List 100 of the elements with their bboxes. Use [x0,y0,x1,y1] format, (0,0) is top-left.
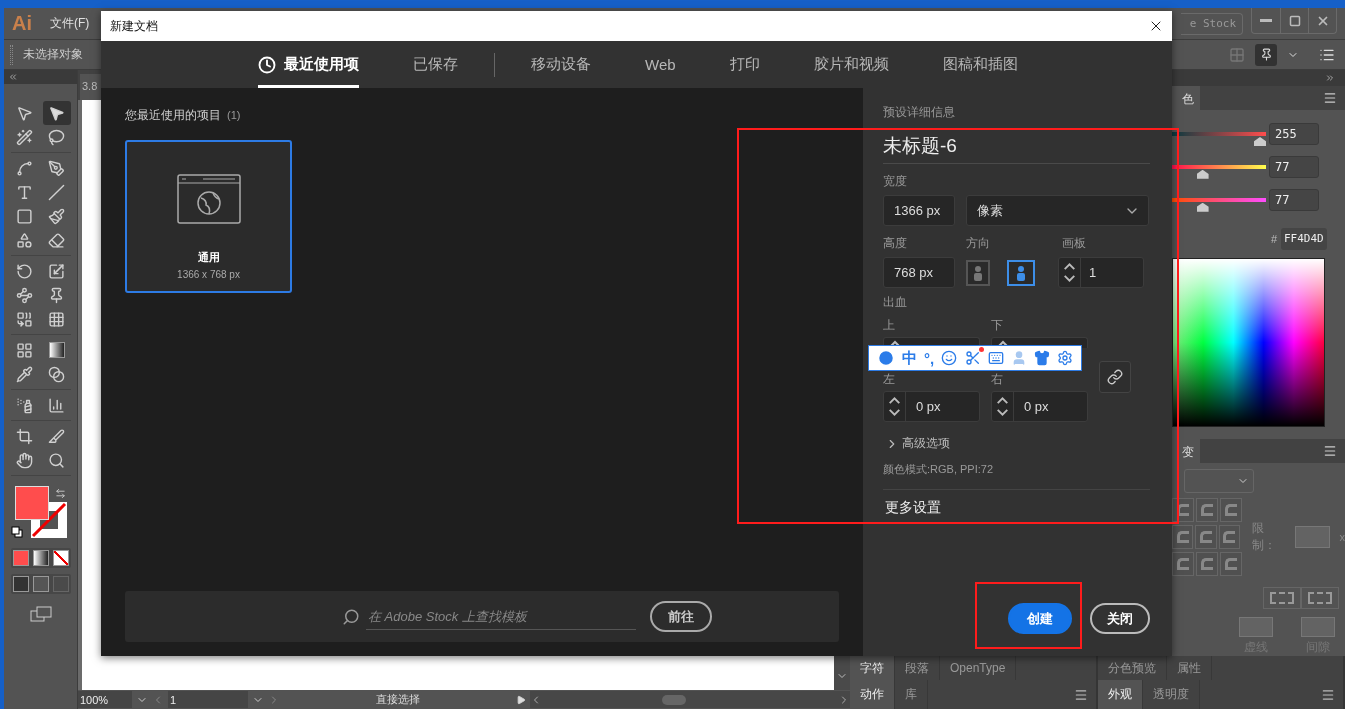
preset-card[interactable]: 通用 1366 x 768 px [125,140,292,293]
horizontal-scrollbar[interactable] [530,691,850,708]
template-search-field[interactable]: 在 Adobe Stock 上查找模板 [366,603,636,630]
curve-icon [16,159,33,177]
grip-handle[interactable] [10,44,13,65]
hex-field[interactable]: FF4D4D [1281,227,1327,250]
artboard-field[interactable]: 1 [168,691,248,708]
stroke-field[interactable] [1239,617,1273,637]
orientation-button[interactable] [966,259,990,286]
channel-value-field[interactable]: 77 [1269,155,1319,178]
orientation-button[interactable] [1007,259,1035,286]
mesh-icon [16,341,33,359]
slider-thumb[interactable] [1196,169,1209,179]
height-field[interactable]: 768 px [883,257,955,288]
menu-icon [1073,687,1088,702]
close-dialog-button[interactable]: 关闭 [1090,603,1150,634]
dash-button[interactable] [1263,587,1301,610]
none-mode-button[interactable] [52,550,69,566]
minimize-icon [1260,19,1272,22]
ime-mode-text[interactable]: 中 [901,348,917,368]
panel-tab[interactable]: 变 [1172,438,1200,463]
color-spectrum[interactable] [1172,257,1325,427]
color-mode-button[interactable] [12,550,29,566]
link-button[interactable] [1099,360,1131,393]
more-settings-button[interactable]: 更多设置 [883,499,941,517]
gradient-icon [48,342,65,358]
panel-tab[interactable]: 动作 [850,680,895,709]
channel-value-field[interactable]: 255 [1269,123,1319,146]
select-field[interactable] [1184,468,1254,493]
width-field[interactable]: 1366 px [883,195,955,226]
create-button[interactable]: 创建 [1008,603,1072,634]
combine-icon [16,310,33,328]
panel-tab[interactable]: 字符 [850,656,895,680]
selection-status: 未选择对象 [23,46,83,63]
screen-mode-icon[interactable] [29,606,52,622]
grid-icon [48,310,65,328]
dialog-tab[interactable]: 已保存 [413,41,458,88]
browser-globe-icon [176,174,241,224]
bleed-field[interactable]: 0 px [883,391,980,422]
app-logo: Ai [12,12,32,35]
field-label: 宽度 [883,175,908,188]
tool-button[interactable] [42,101,71,125]
magic-wand-icon [16,128,33,146]
dialog-tab[interactable]: 打印 [729,41,760,88]
keyboard-icon [987,350,1004,366]
field-label: 高度 [883,237,908,250]
rotate-icon [16,262,33,280]
menu-icon [1321,687,1335,702]
dialog-tab[interactable]: 胶片和视频 [813,41,889,88]
draw-mode-button[interactable] [12,576,29,592]
menu-item[interactable]: 文件(F) [50,15,90,32]
scale-icon [48,262,65,280]
zoom-field[interactable]: 100% [78,691,132,708]
crop-icon [16,427,33,445]
field-label: 画板 [1062,237,1087,250]
search-icon [342,607,360,626]
limit-field[interactable] [1294,525,1330,548]
color-slider[interactable] [1172,197,1266,212]
unit-select[interactable]: 像素 [966,195,1149,226]
bar-chart-icon [48,396,65,414]
panel-tab[interactable]: 色 [1172,85,1200,110]
channel-value-field[interactable]: 77 [1269,188,1319,211]
person-icon [1015,264,1027,281]
color-mode-text: 颜色模式:RGB, PPI:72 [883,463,995,476]
menu-icon [1323,443,1337,458]
dialog-tab[interactable]: Web [645,41,676,88]
advanced-options-toggle[interactable]: 高级选项 [883,435,950,452]
fill-swatch[interactable] [14,486,49,520]
document-name-field[interactable]: 未标题-6 [883,133,1150,164]
color-slider[interactable] [1172,132,1266,147]
snap-button[interactable] [1255,43,1277,66]
bleed-field[interactable]: 0 px [991,391,1088,422]
go-button[interactable]: 前往 [650,601,712,632]
default-colors-icon[interactable] [10,526,23,538]
corner-button[interactable] [1172,524,1194,549]
corner-button[interactable] [1172,551,1194,576]
stroke-field[interactable] [1301,617,1335,637]
draw-mode-button[interactable] [32,576,49,592]
dialog-title: 新建文档 [110,17,158,35]
dash-button[interactable] [1301,587,1339,610]
swap-icon [54,488,66,499]
corner-button[interactable] [1172,497,1194,522]
artboard-stepper[interactable]: 1 [1058,257,1144,288]
spray-can-icon [16,396,33,414]
hex-label: # [1270,232,1277,245]
ime-mode-text[interactable]: °, [924,349,935,367]
field-label: 右 [991,373,1004,386]
slider-thumb[interactable] [1254,137,1266,147]
slider-thumb[interactable] [1196,202,1209,212]
paintbrush-icon [48,207,65,225]
panel-tab[interactable]: 外观 [1097,680,1143,709]
scissors-icon[interactable] [964,350,981,366]
color-slider[interactable] [1172,164,1266,179]
dialog-tab[interactable]: 移动设备 [531,41,591,88]
gradient-mode-button[interactable] [32,550,49,566]
lasso-icon [48,128,65,146]
link-icon [1107,368,1123,385]
blend-icon [48,365,65,383]
dialog-tab[interactable]: 图稿和插图 [942,41,1018,88]
scroll-thumb[interactable] [662,694,686,705]
